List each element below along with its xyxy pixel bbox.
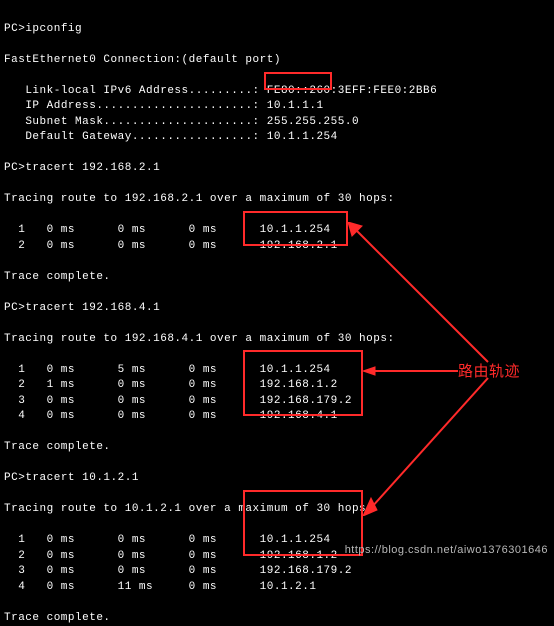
- arrow-3: [363, 376, 493, 516]
- prompt: PC>: [4, 472, 25, 484]
- arrow-1: [348, 222, 493, 367]
- prompt: PC>: [4, 302, 25, 314]
- sep: :: [253, 116, 267, 128]
- mask-value: 255.255.255.0: [267, 116, 359, 128]
- highlight-ip-address: [264, 72, 332, 90]
- gw-value: 10.1.1.254: [267, 131, 338, 143]
- mask-label: Subnet Mask.....................: [25, 116, 252, 128]
- highlight-tracert1-hops: [243, 211, 348, 246]
- cmd-tracert2: tracert 192.168.4.1: [25, 302, 160, 314]
- link-local-label: Link-local IPv6 Address.........: [25, 85, 252, 97]
- cmd-tracert3: tracert 10.1.2.1: [25, 472, 139, 484]
- tracert3-row3: 3 0 ms 0 ms 0 ms 192.168.179.2: [4, 565, 352, 577]
- prompt: PC>: [4, 23, 25, 35]
- tracert3-row4: 4 0 ms 11 ms 0 ms 10.1.2.1: [4, 581, 316, 593]
- ip-value: 10.1.1.1: [267, 100, 324, 112]
- ip-label: IP Address......................: [25, 100, 252, 112]
- watermark: https://blog.csdn.net/aiwo1376301646: [345, 544, 548, 556]
- trace-complete-1: Trace complete.: [4, 271, 111, 283]
- tracert1-header: Tracing route to 192.168.2.1 over a maxi…: [4, 193, 395, 205]
- cmd: ipconfig: [25, 23, 82, 35]
- sep: :: [253, 131, 267, 143]
- prompt: PC>: [4, 162, 25, 174]
- tracert2-header: Tracing route to 192.168.4.1 over a maxi…: [4, 333, 395, 345]
- arrow-2: [363, 366, 458, 376]
- highlight-tracert2-hops: [243, 350, 363, 416]
- trace-complete-2: Trace complete.: [4, 441, 111, 453]
- sep: :: [253, 100, 267, 112]
- trace-complete-3: Trace complete.: [4, 612, 111, 624]
- ipconfig-header: FastEthernet0 Connection:(default port): [4, 54, 281, 66]
- cmd-tracert1: tracert 192.168.2.1: [25, 162, 160, 174]
- gw-label: Default Gateway.................: [25, 131, 252, 143]
